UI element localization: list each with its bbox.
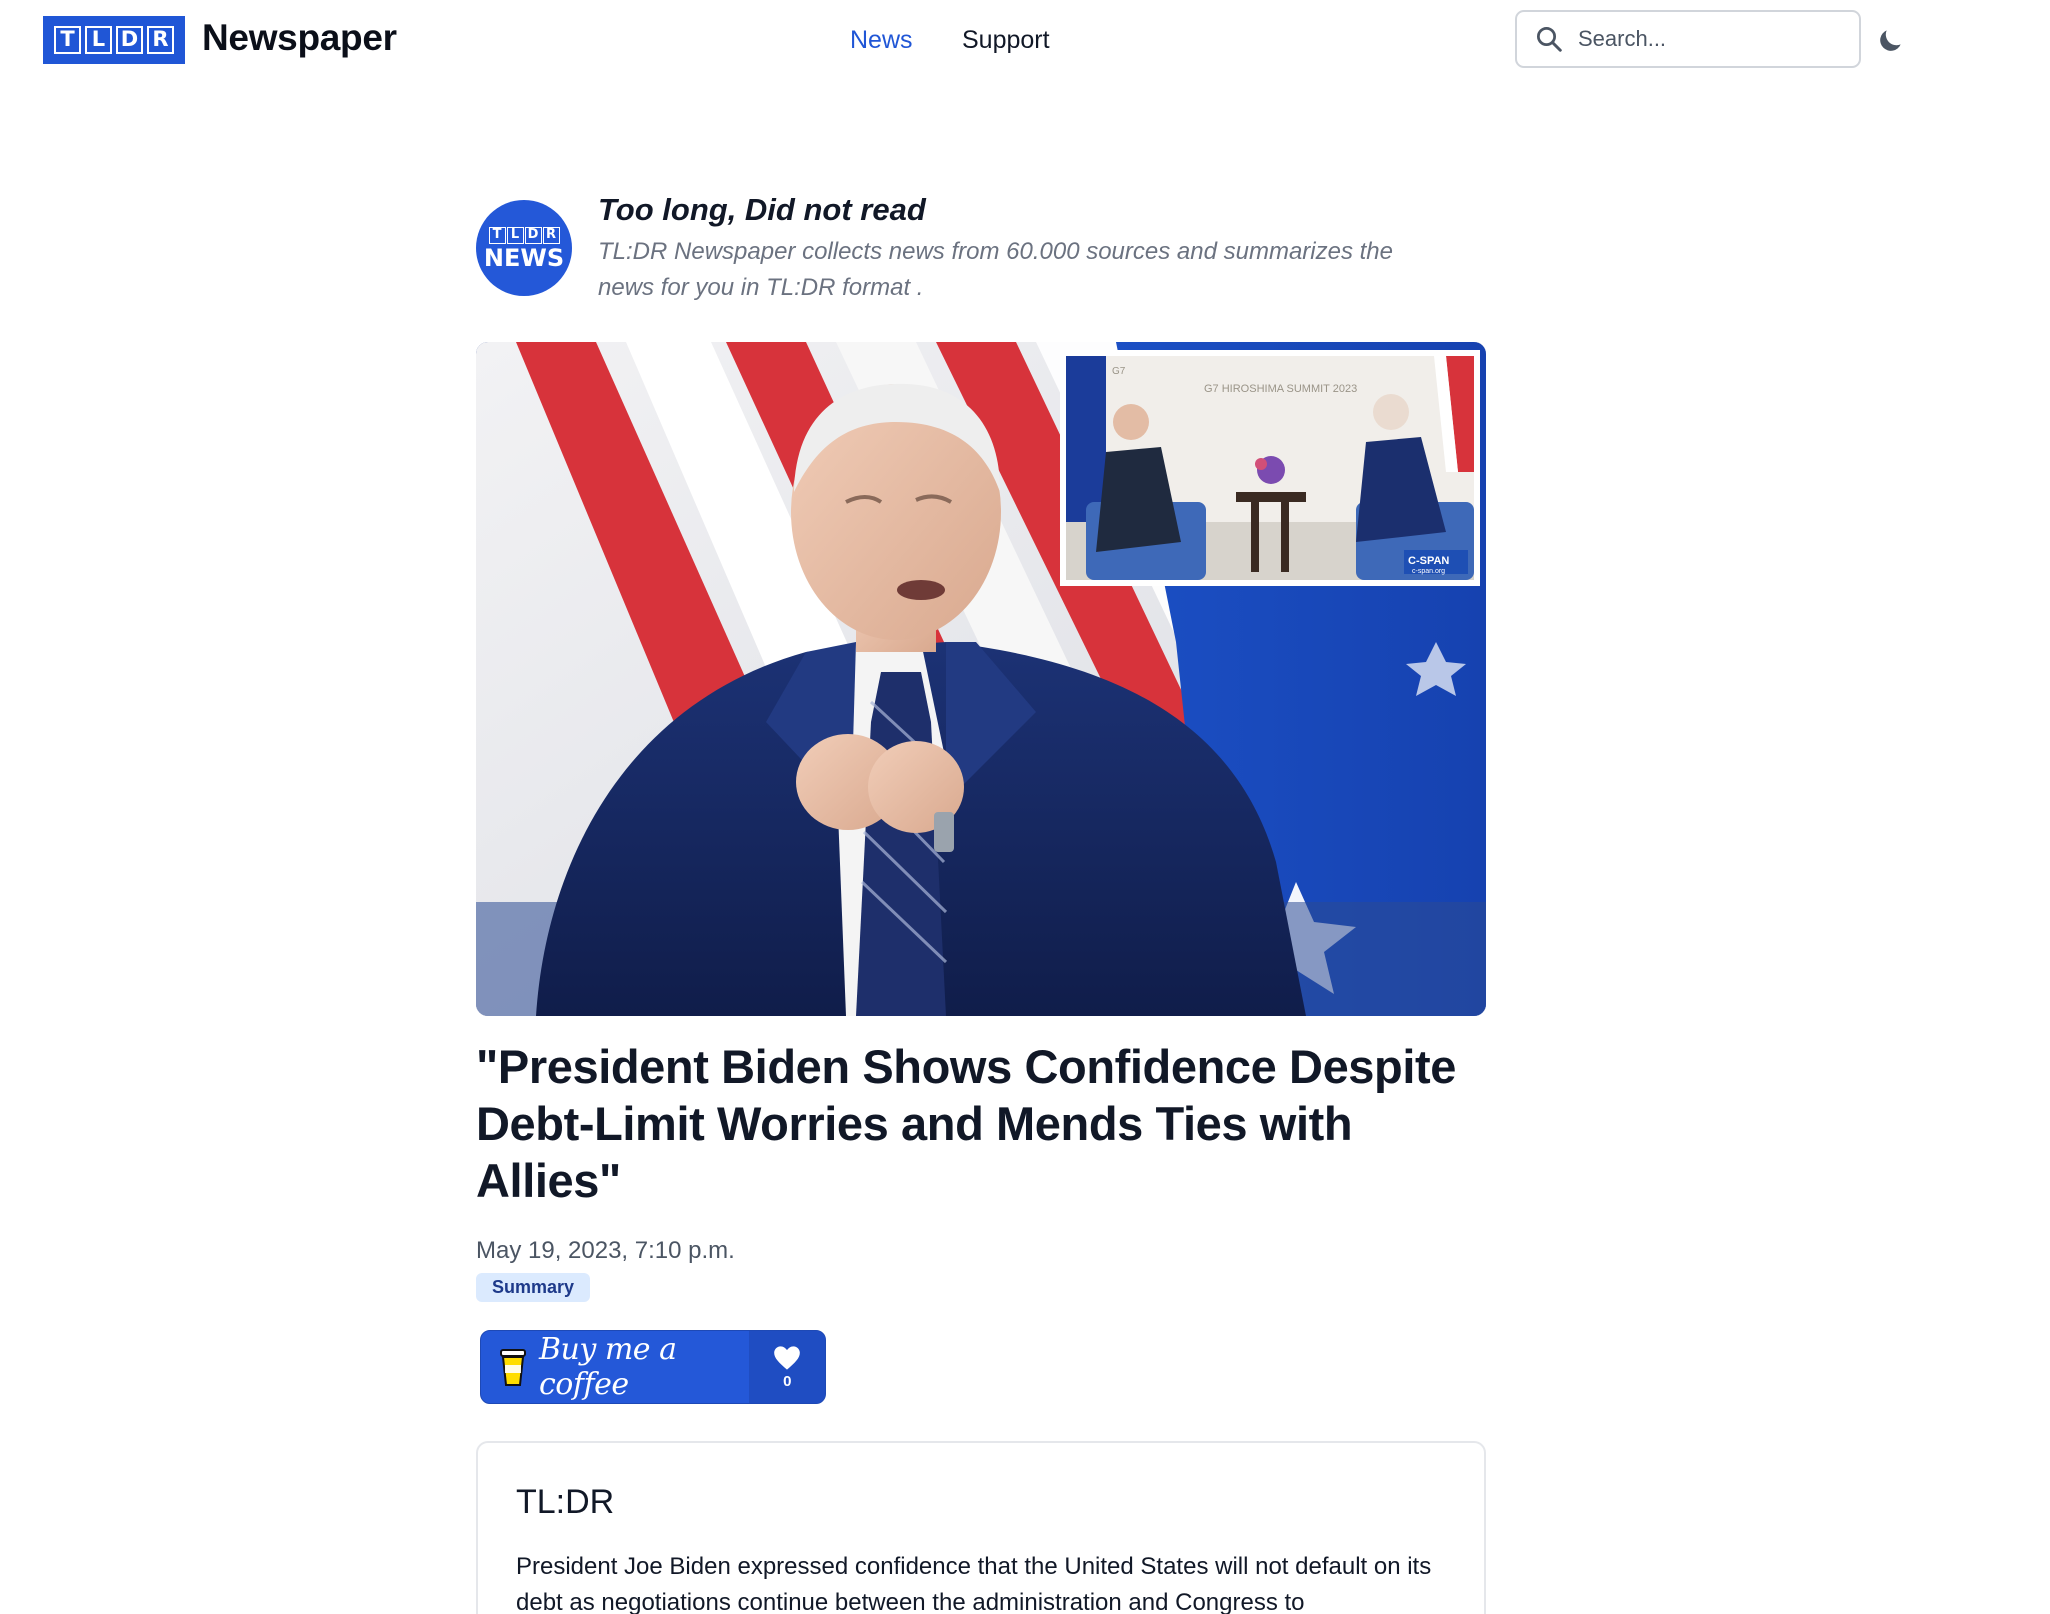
tldr-title: TL:DR — [516, 1483, 615, 1521]
buy-me-a-coffee-button[interactable]: Buy me a coffee 0 — [480, 1330, 826, 1404]
inset-caption: G7 HIROSHIMA SUMMIT 2023 — [1204, 383, 1357, 395]
logo-letter: D — [116, 26, 143, 54]
heart-icon — [774, 1345, 801, 1370]
summary-tag: Summary — [476, 1273, 591, 1302]
inset-badge-url: c-span.org — [1412, 568, 1445, 575]
avatar-letters: T L D R — [488, 227, 560, 244]
avatar-letter: T — [488, 227, 506, 244]
logo-letter: T — [54, 26, 81, 54]
article-headline: "President Biden Shows Confidence Despit… — [476, 1040, 1457, 1207]
avatar-letter: R — [542, 227, 560, 244]
coffee-label: Buy me a coffee — [539, 1332, 677, 1402]
tldr-card: TL:DR President Joe Biden expressed conf… — [476, 1441, 1486, 1614]
like-count: 0 — [783, 1372, 792, 1390]
nav-link-support[interactable]: Support — [962, 26, 1050, 55]
logo-letter: R — [147, 26, 174, 54]
coffee-link[interactable]: Buy me a coffee — [481, 1331, 749, 1403]
tldr-body: President Joe Biden expressed confidence… — [516, 1553, 1432, 1614]
top-navbar: T L D R Newspaper News Support — [0, 0, 2050, 80]
coffee-cup-icon — [500, 1349, 526, 1386]
avatar-letter: L — [506, 227, 524, 244]
avatar-word: NEWS — [483, 244, 565, 272]
search-input[interactable] — [1578, 26, 1838, 52]
search-box[interactable] — [1515, 10, 1861, 68]
moon-icon[interactable] — [1874, 25, 1906, 57]
article-hero-image: G7 HIROSHIMA SUMMIT 2023 G7 C-SPAN c-spa… — [476, 342, 1486, 1016]
logo-letter: L — [85, 26, 112, 54]
avatar-letter: D — [524, 227, 542, 244]
nav-link-news[interactable]: News — [850, 26, 913, 55]
inset-g7: G7 — [1112, 366, 1126, 377]
inset-badge: C-SPAN — [1408, 555, 1449, 567]
article-date: May 19, 2023, 7:10 p.m. — [476, 1237, 735, 1264]
search-icon — [1537, 27, 1562, 52]
intro-title: Too long, Did not read — [598, 192, 926, 227]
intro-description: TL:DR Newspaper collects news from 60.00… — [598, 238, 1393, 301]
like-counter[interactable]: 0 — [749, 1331, 825, 1403]
brand-name[interactable]: Newspaper — [202, 17, 397, 59]
site-logo[interactable]: T L D R — [43, 16, 185, 64]
tldr-news-avatar: T L D R NEWS — [476, 200, 572, 296]
inset-video: G7 HIROSHIMA SUMMIT 2023 G7 C-SPAN c-spa… — [1060, 350, 1480, 586]
